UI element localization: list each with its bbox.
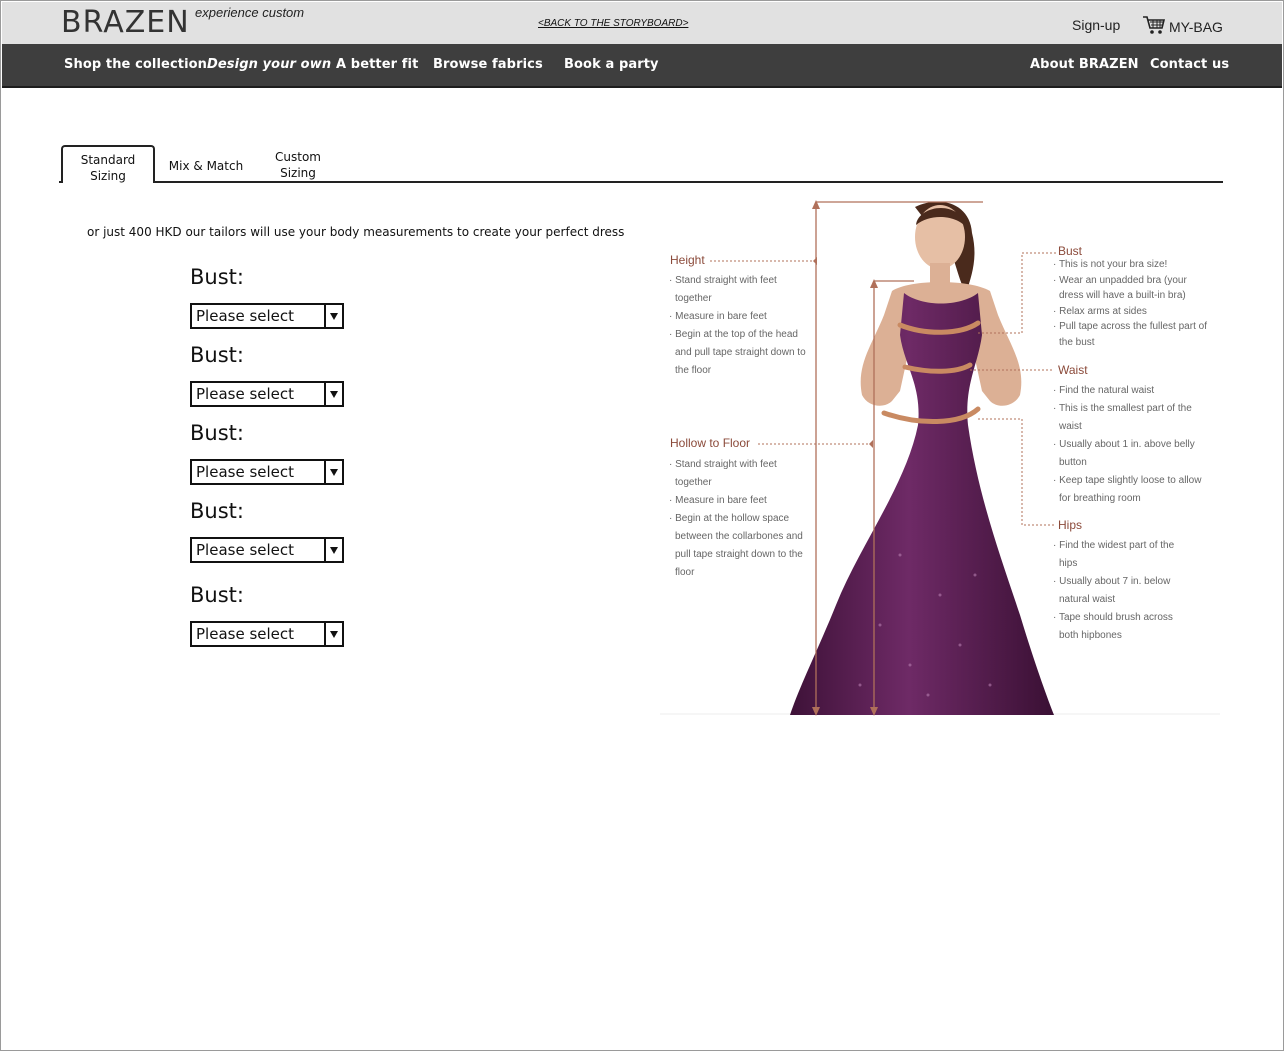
nav-book-party[interactable]: Book a party	[564, 57, 659, 72]
intro-text: or just 400 HKD our tailors will use you…	[87, 225, 625, 239]
list-item: Find the natural waist	[1052, 382, 1212, 400]
dropdown-arrow-icon	[324, 305, 342, 327]
dropdown-arrow-icon	[324, 539, 342, 561]
brand-tagline: experience custom	[195, 5, 305, 20]
tab-custom-sizing[interactable]: Custom Sizing	[263, 149, 333, 181]
height-instructions: Stand straight with feet together Measur…	[668, 272, 808, 380]
my-bag-button[interactable]: MY-BAG	[1142, 15, 1223, 38]
nav-about[interactable]: About BRAZEN	[1030, 57, 1139, 72]
list-item: Stand straight with feet together	[668, 272, 808, 308]
waist-instructions: Find the natural waist This is the small…	[1052, 382, 1212, 508]
nav-design-your-own[interactable]: Design your own	[207, 57, 331, 72]
brand-logo[interactable]: BRAZEN	[61, 5, 190, 40]
list-item: Usually about 7 in. below natural waist	[1052, 573, 1187, 609]
list-item: Begin at the hollow space between the co…	[668, 510, 808, 582]
select-value: Please select	[196, 463, 295, 481]
nav-shop-collection[interactable]: Shop the collection	[64, 57, 207, 72]
measurement-guide: Height Stand straight with feet together…	[660, 195, 1220, 717]
hollow-to-floor-title: Hollow to Floor	[670, 436, 751, 450]
tab-standard-sizing-label: Standard Sizing	[80, 153, 136, 183]
list-item: Begin at the top of the head and pull ta…	[668, 326, 808, 380]
list-item: Measure in bare feet	[668, 308, 808, 326]
list-item: Wear an unpadded bra (your dress will ha…	[1052, 273, 1212, 304]
top-bar: BRAZEN experience custom <BACK TO THE ST…	[2, 2, 1282, 45]
hips-instructions: Find the widest part of the hips Usually…	[1052, 537, 1187, 645]
list-item: Tape should brush across both hipbones	[1052, 609, 1187, 645]
list-item: Pull tape across the fullest part of the…	[1052, 319, 1212, 350]
list-item: Stand straight with feet together	[668, 456, 808, 492]
main-nav: Shop the collection Design your own A be…	[2, 44, 1282, 88]
bust-select[interactable]: Please select	[190, 381, 344, 407]
nav-better-fit[interactable]: A better fit	[336, 57, 418, 72]
list-item: This is not your bra size!	[1052, 257, 1212, 273]
list-item: Usually about 1 in. above belly button	[1052, 436, 1212, 472]
back-to-storyboard-link[interactable]: <BACK TO THE STORYBOARD>	[538, 18, 688, 29]
bust-select[interactable]: Please select	[190, 459, 344, 485]
hips-title: Hips	[1058, 518, 1083, 532]
dropdown-arrow-icon	[324, 461, 342, 483]
nav-contact[interactable]: Contact us	[1150, 57, 1229, 72]
my-bag-label: MY-BAG	[1169, 18, 1223, 35]
list-item: Keep tape slightly loose to allow for br…	[1052, 472, 1212, 508]
bust-select[interactable]: Please select	[190, 621, 344, 647]
height-title: Height	[670, 253, 705, 267]
list-item: Find the widest part of the hips	[1052, 537, 1187, 573]
bust-title: Bust	[1058, 244, 1083, 258]
select-value: Please select	[196, 625, 295, 643]
shopping-cart-icon	[1142, 15, 1166, 38]
hollow-to-floor-instructions: Stand straight with feet together Measur…	[668, 456, 808, 582]
bust-select[interactable]: Please select	[190, 537, 344, 563]
select-value: Please select	[196, 385, 295, 403]
nav-browse-fabrics[interactable]: Browse fabrics	[433, 57, 543, 72]
signup-link[interactable]: Sign-up	[1072, 17, 1120, 33]
waist-title: Waist	[1058, 363, 1088, 377]
list-item: Relax arms at sides	[1052, 304, 1212, 320]
bust-label: Bust:	[190, 421, 244, 445]
list-item: This is the smallest part of the waist	[1052, 400, 1212, 436]
dropdown-arrow-icon	[324, 383, 342, 405]
tab-standard-sizing[interactable]: Standard Sizing	[61, 145, 155, 183]
select-value: Please select	[196, 307, 295, 325]
bust-label: Bust:	[190, 583, 244, 607]
bust-instructions: This is not your bra size! Wear an unpad…	[1052, 257, 1212, 351]
bust-select[interactable]: Please select	[190, 303, 344, 329]
list-item: Measure in bare feet	[668, 492, 808, 510]
select-value: Please select	[196, 541, 295, 559]
bust-label: Bust:	[190, 343, 244, 367]
tab-mix-match[interactable]: Mix & Match	[166, 158, 246, 174]
bust-label: Bust:	[190, 265, 244, 289]
bust-label: Bust:	[190, 499, 244, 523]
tab-underline	[59, 181, 1223, 183]
dropdown-arrow-icon	[324, 623, 342, 645]
